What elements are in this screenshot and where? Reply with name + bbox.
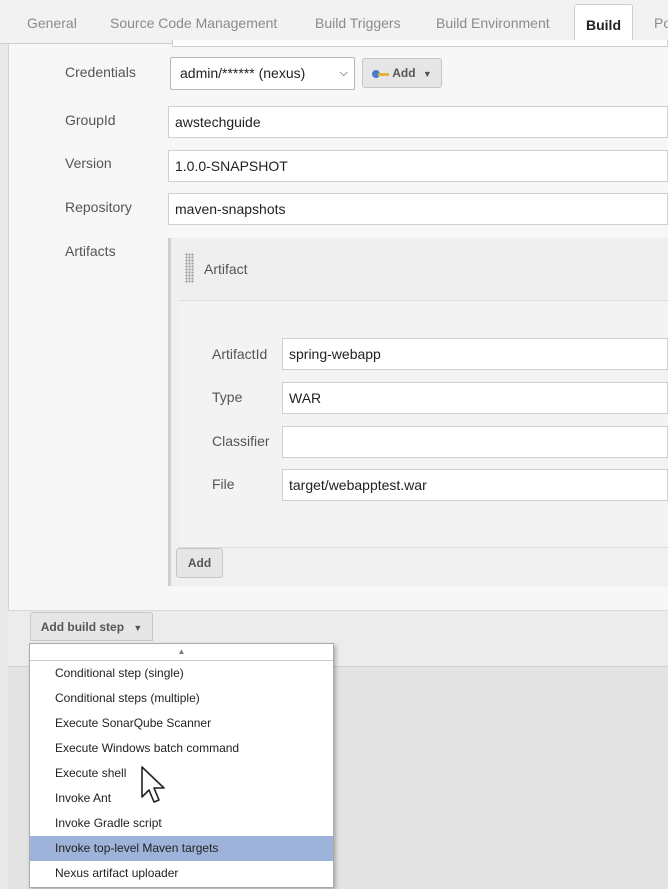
scroll-up-icon[interactable]: ▲ bbox=[30, 644, 333, 661]
menu-item-conditional-steps-multiple[interactable]: Conditional steps (multiple) bbox=[30, 686, 333, 711]
repository-label: Repository bbox=[65, 199, 132, 215]
classifier-label: Classifier bbox=[212, 433, 270, 449]
menu-item-nexus-artifact-uploader[interactable]: Nexus artifact uploader bbox=[30, 861, 333, 886]
add-build-step-button[interactable]: Add build step ▼ bbox=[30, 612, 153, 641]
previous-field-edge bbox=[172, 40, 668, 47]
menu-item-invoke-gradle[interactable]: Invoke Gradle script bbox=[30, 811, 333, 836]
credentials-value: admin/****** (nexus) bbox=[180, 65, 306, 81]
classifier-input[interactable] bbox=[282, 426, 668, 458]
tab-build-triggers[interactable]: Build Triggers bbox=[315, 0, 401, 43]
artifactid-label: ArtifactId bbox=[212, 346, 268, 362]
artifactid-input[interactable]: spring-webapp bbox=[282, 338, 668, 370]
menu-item-execute-shell[interactable]: Execute shell bbox=[30, 761, 333, 786]
config-tab-bar: General Source Code Management Build Tri… bbox=[0, 0, 668, 45]
drag-handle-icon[interactable] bbox=[185, 253, 194, 283]
add-artifact-button[interactable]: Add bbox=[176, 548, 223, 578]
tab-build-environment[interactable]: Build Environment bbox=[436, 0, 550, 43]
tab-build[interactable]: Build bbox=[574, 4, 633, 45]
mouse-cursor-icon bbox=[141, 766, 165, 803]
menu-item-execute-sonarqube-scanner[interactable]: Execute SonarQube Scanner bbox=[30, 711, 333, 736]
type-input[interactable]: WAR bbox=[282, 382, 668, 414]
version-label: Version bbox=[65, 155, 112, 171]
caret-down-icon: ▼ bbox=[422, 69, 432, 79]
artifacts-label: Artifacts bbox=[65, 243, 116, 259]
repository-input[interactable]: maven-snapshots bbox=[168, 193, 668, 225]
groupid-label: GroupId bbox=[65, 112, 116, 128]
menu-item-execute-windows-batch[interactable]: Execute Windows batch command bbox=[30, 736, 333, 761]
key-icon bbox=[372, 69, 390, 78]
menu-item-conditional-step-single[interactable]: Conditional step (single) bbox=[30, 661, 333, 686]
file-input[interactable]: target/webapptest.war bbox=[282, 469, 668, 501]
artifact-header bbox=[179, 240, 668, 301]
tab-post-build[interactable]: Po bbox=[654, 0, 668, 43]
menu-item-invoke-ant[interactable]: Invoke Ant bbox=[30, 786, 333, 811]
menu-item-invoke-maven-targets[interactable]: Invoke top-level Maven targets bbox=[30, 836, 333, 861]
add-build-step-label: Add build step bbox=[40, 620, 125, 634]
artifact-header-label: Artifact bbox=[204, 261, 248, 277]
add-credential-label: Add bbox=[392, 66, 416, 80]
build-step-menu: ▲ Conditional step (single) Conditional … bbox=[29, 643, 334, 888]
caret-down-icon: ▼ bbox=[133, 623, 143, 633]
file-label: File bbox=[212, 476, 235, 492]
credentials-label: Credentials bbox=[65, 64, 136, 80]
chevron-down-icon: ⌵ bbox=[339, 67, 348, 79]
add-credential-button[interactable]: Add ▼ bbox=[362, 58, 442, 88]
version-input[interactable]: 1.0.0-SNAPSHOT bbox=[168, 150, 668, 182]
tab-source-code-management[interactable]: Source Code Management bbox=[110, 0, 277, 43]
type-label: Type bbox=[212, 389, 243, 405]
groupid-input[interactable]: awstechguide bbox=[168, 106, 668, 138]
tab-general[interactable]: General bbox=[27, 0, 77, 43]
credentials-select[interactable]: admin/****** (nexus) ⌵ bbox=[170, 57, 355, 90]
